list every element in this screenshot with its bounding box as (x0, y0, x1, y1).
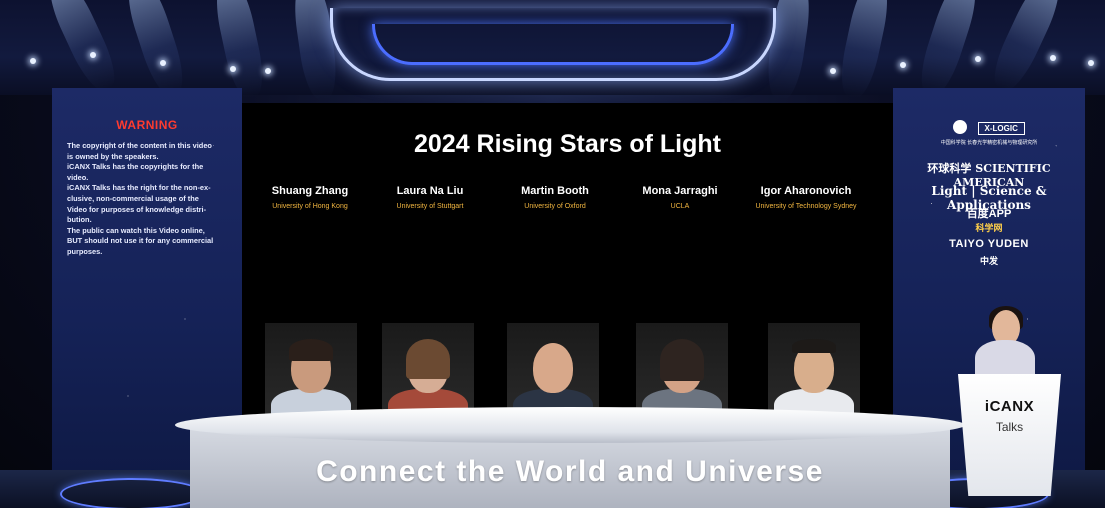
warning-line: The copyright of the content in this vid… (67, 141, 212, 150)
talks-label: Talks (995, 420, 1024, 434)
stage-bulb (230, 66, 236, 72)
stage-bulb (265, 68, 271, 74)
speaker-name: Laura Na Liu (396, 185, 464, 197)
lighting-truss (0, 0, 1105, 102)
stage-bulb (90, 52, 96, 58)
floor-light-ring (60, 478, 204, 508)
speaker-hair (792, 339, 836, 353)
warning-line: iCANX Talks has the copyrights for the (67, 162, 204, 172)
stage-bulb (900, 62, 906, 68)
stage-bulb (1050, 55, 1056, 61)
warning-line: The public can watch this Video online, (67, 225, 205, 235)
broadcast-stage: WARNING The copyright of the content in … (0, 0, 1105, 508)
event-title: 2024 Rising Stars of Light (413, 130, 721, 158)
speaker-video (768, 323, 860, 421)
desk-slogan: Connect the World and Universe (316, 455, 824, 488)
speaker-name: Mona Jarraghi (642, 185, 718, 197)
x-logic-logo: X-LOGIC (893, 118, 1085, 136)
speaker-affiliation: University of Stuttgart (396, 203, 464, 210)
stage-bulb (1088, 60, 1094, 66)
spotlight-beam (913, 0, 984, 100)
warning-line: video. (67, 172, 89, 182)
speaker-name: Igor Aharonovich (760, 185, 852, 197)
warning-text: The copyright of the content in this vid… (67, 141, 232, 258)
main-screen: 2024 Rising Stars of Light Shuang Zhang … (242, 103, 893, 421)
speaker-card: Shuang Zhang University of Hong Kong (240, 185, 380, 210)
stage-bulb (30, 58, 36, 64)
speaker-name: Shuang Zhang (271, 185, 349, 197)
warning-line: bution. (67, 215, 92, 225)
speaker-name: Martin Booth (521, 185, 589, 197)
speaker-affiliation: University of Hong Kong (272, 203, 348, 210)
speaker-video (265, 323, 357, 421)
spotlight-beam (120, 0, 191, 100)
sciencenet-logo: 科学网 (975, 223, 1003, 233)
speaker-video (636, 323, 728, 421)
speaker-hair (660, 339, 704, 381)
speaker-video (382, 323, 474, 421)
warning-title: WARNING (116, 118, 178, 132)
stage-bulb (830, 68, 836, 74)
zhongfa-logo: 中发 (979, 256, 998, 266)
stage-bulb (975, 56, 981, 62)
warning-panel: WARNING The copyright of the content in … (52, 88, 242, 473)
speaker-hair (406, 339, 450, 379)
speaker-card: Laura Na Liu University of Stuttgart (360, 185, 500, 210)
ceiling-light-ring-inner (372, 24, 734, 65)
spotlight-beam (985, 0, 1068, 96)
icanx-logo: iCANX (984, 398, 1035, 415)
warning-line: Video for purposes of knowledge distri- (67, 204, 207, 214)
warning-line: is owned by the speakers. (67, 151, 159, 161)
warning-line: clusive, non-commercial usage of the (67, 193, 199, 203)
stage-bulb (160, 60, 166, 66)
spotlight-beam (835, 0, 894, 101)
speaker-head (533, 343, 573, 393)
warning-line: purposes. (67, 246, 103, 256)
cas-logo: 中国科学院 长春光学精密机械与物理研究所 (940, 140, 1038, 146)
speaker-affiliation: University of Oxford (524, 203, 586, 210)
desk-top (175, 407, 965, 443)
baidu-app-logo: 百度APP (966, 208, 1012, 220)
speaker-affiliation: University of Technology Sydney (755, 203, 857, 210)
warning-line: BUT should not use it for any commercial (67, 236, 214, 246)
podium (958, 374, 1061, 496)
spotlight-beam (41, 0, 124, 96)
taiyo-yuden-logo: TAIYO YUDEN (949, 238, 1029, 250)
speaker-hair (289, 339, 333, 361)
speaker-card: Martin Booth University of Oxford (485, 185, 625, 210)
x-logic-label: X-LOGIC (977, 122, 1025, 135)
spotlight-beam (210, 0, 269, 101)
speaker-affiliation: UCLA (670, 203, 690, 210)
speaker-card: Igor Aharonovich University of Technolog… (736, 185, 876, 210)
institute-seal-icon (953, 119, 968, 134)
speaker-card: Mona Jarraghi UCLA (610, 185, 750, 210)
warning-line: iCANX Talks has the right for the non-ex… (67, 183, 211, 193)
